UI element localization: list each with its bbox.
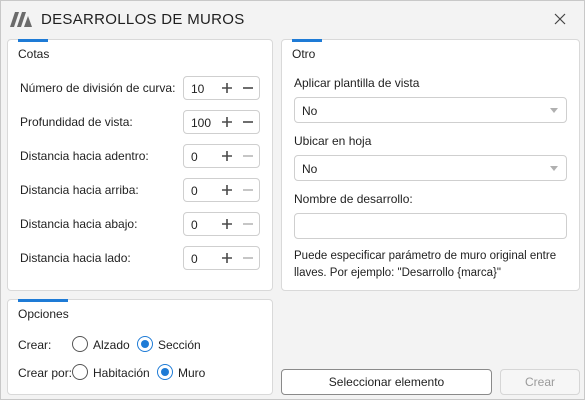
opciones-title: Opciones xyxy=(18,307,69,321)
panel-accent xyxy=(292,39,322,42)
app-logo-icon xyxy=(10,12,32,27)
cotas-row-label: Número de división de curva: xyxy=(20,81,176,95)
panel-accent xyxy=(18,299,68,302)
muro-radio[interactable] xyxy=(157,364,173,380)
close-icon[interactable] xyxy=(550,9,570,29)
minus-icon[interactable] xyxy=(240,80,256,96)
habitacion-radio[interactable] xyxy=(72,364,88,380)
cotas-panel: Cotas Número de división de curva: 10 Prof… xyxy=(7,39,273,291)
seccion-radio[interactable] xyxy=(137,336,153,352)
plus-icon[interactable] xyxy=(219,114,235,130)
stepper-value[interactable]: 10 xyxy=(191,82,204,96)
plus-icon[interactable] xyxy=(219,250,235,266)
plantilla-select[interactable]: No xyxy=(294,97,567,123)
alzado-radio[interactable] xyxy=(72,336,88,352)
seccion-label[interactable]: Sección xyxy=(158,338,201,352)
stepper-value[interactable]: 0 xyxy=(191,184,198,198)
cotas-row-label: Profundidad de vista: xyxy=(20,115,133,129)
minus-icon[interactable] xyxy=(240,250,256,266)
opciones-panel: Opciones Crear: Alzado Sección Crear por… xyxy=(7,299,273,395)
stepper-value[interactable]: 0 xyxy=(191,252,198,266)
otro-panel: Otro Aplicar plantilla de vista No Ubica… xyxy=(281,39,580,291)
alzado-label[interactable]: Alzado xyxy=(93,338,130,352)
crear-label: Crear: xyxy=(18,338,52,352)
title-bar: DESARROLLOS DE MUROS xyxy=(1,1,584,37)
otro-title: Otro xyxy=(292,47,316,61)
stepper-value[interactable]: 0 xyxy=(191,150,198,164)
hoja-select[interactable]: No xyxy=(294,155,567,181)
plus-icon[interactable] xyxy=(219,80,235,96)
minus-icon[interactable] xyxy=(240,148,256,164)
hoja-value: No xyxy=(302,162,318,176)
hoja-label: Ubicar en hoja xyxy=(294,134,372,148)
cotas-row-label: Distancia hacia adentro: xyxy=(20,149,149,163)
chevron-down-icon xyxy=(550,166,558,171)
panel-accent xyxy=(18,39,48,42)
plantilla-value: No xyxy=(302,104,318,118)
muro-label[interactable]: Muro xyxy=(178,366,205,380)
crear-por-label: Crear por: xyxy=(18,366,73,380)
help-text: Puede especificar parámetro de muro orig… xyxy=(294,250,557,279)
minus-icon[interactable] xyxy=(240,114,256,130)
nombre-label: Nombre de desarrollo: xyxy=(294,192,413,206)
chevron-down-icon xyxy=(550,108,558,113)
cotas-row-label: Distancia hacia lado: xyxy=(20,251,131,265)
stepper-value[interactable]: 100 xyxy=(191,116,211,130)
minus-icon[interactable] xyxy=(240,216,256,232)
value-stepper[interactable]: 0 xyxy=(183,212,260,236)
value-stepper[interactable]: 100 xyxy=(183,110,260,134)
dialog-window: DESARROLLOS DE MUROS Cotas Número de div… xyxy=(0,0,585,400)
window-title: DESARROLLOS DE MUROS xyxy=(41,11,245,28)
create-button[interactable]: Crear xyxy=(500,369,580,395)
habitacion-label[interactable]: Habitación xyxy=(93,366,150,380)
value-stepper[interactable]: 0 xyxy=(183,144,260,168)
stepper-value[interactable]: 0 xyxy=(191,218,198,232)
cotas-row-label: Distancia hacia abajo: xyxy=(20,217,138,231)
select-element-button[interactable]: Seleccionar elemento xyxy=(281,369,492,395)
plus-icon[interactable] xyxy=(219,148,235,164)
plus-icon[interactable] xyxy=(219,182,235,198)
plus-icon[interactable] xyxy=(219,216,235,232)
value-stepper[interactable]: 0 xyxy=(183,246,260,270)
minus-icon[interactable] xyxy=(240,182,256,198)
cotas-title: Cotas xyxy=(18,47,50,61)
nombre-input[interactable] xyxy=(294,213,567,239)
cotas-row-label: Distancia hacia arriba: xyxy=(20,183,139,197)
value-stepper[interactable]: 0 xyxy=(183,178,260,202)
plantilla-label: Aplicar plantilla de vista xyxy=(294,76,420,90)
value-stepper[interactable]: 10 xyxy=(183,76,260,100)
